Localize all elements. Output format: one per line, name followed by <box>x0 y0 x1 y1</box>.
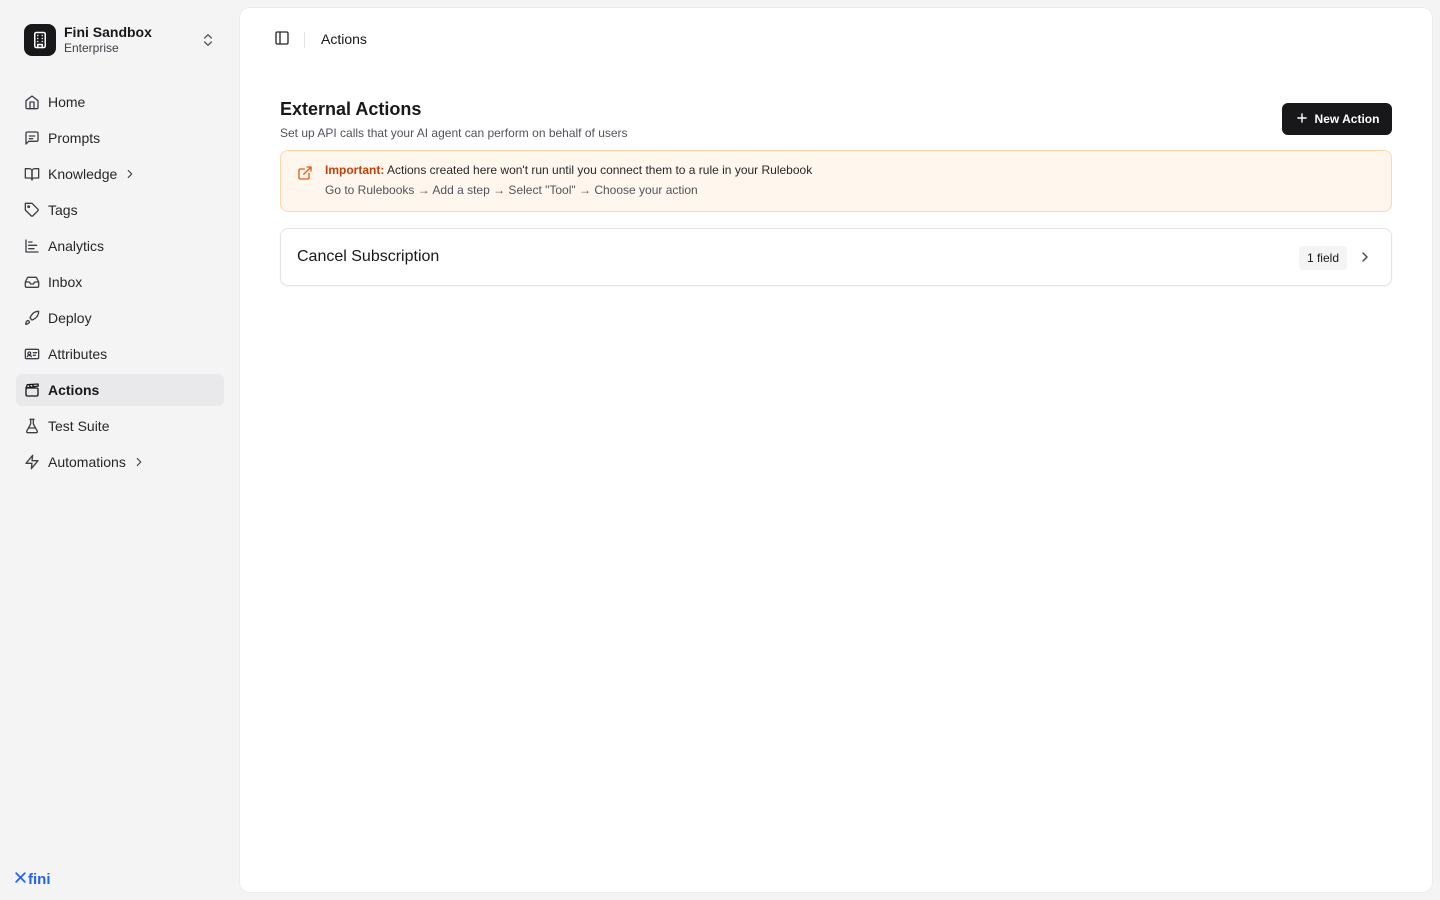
sidebar-item-label: Tags <box>48 202 78 218</box>
main-panel: Actions External Actions Set up API call… <box>240 8 1432 892</box>
fini-x-icon <box>14 871 28 888</box>
sidebar-item-label: Deploy <box>48 310 92 326</box>
home-icon <box>24 94 40 110</box>
sidebar-item-test-suite[interactable]: Test Suite <box>16 410 224 442</box>
page-title: External Actions <box>280 99 422 119</box>
sidebar-item-attributes[interactable]: Attributes <box>16 338 224 370</box>
sidebar-item-label: Attributes <box>48 346 108 362</box>
important-notice: Important: Actions created here won't ru… <box>280 150 1392 212</box>
brand-name: fini <box>28 871 51 888</box>
chevrons-up-down-icon <box>200 32 216 48</box>
new-action-label: New Action <box>1314 112 1380 126</box>
flask-icon <box>24 418 40 434</box>
sidebar-item-label: Actions <box>48 382 100 398</box>
sidebar-item-label: Automations <box>48 454 126 470</box>
tag-icon <box>24 202 40 218</box>
inbox-icon <box>24 274 40 290</box>
action-item-cancel-subscription[interactable]: Cancel Subscription 1 field <box>280 228 1392 286</box>
topbar: Actions <box>240 8 1432 72</box>
external-link-icon <box>297 165 313 181</box>
notice-strong: Important: <box>325 163 385 177</box>
notice-steps: Go to Rulebooks → Add a step → Select "T… <box>325 183 698 197</box>
rocket-icon <box>24 310 40 326</box>
zap-icon <box>24 454 40 470</box>
sidebar-item-label: Analytics <box>48 238 105 254</box>
sidebar-item-analytics[interactable]: Analytics <box>16 230 224 262</box>
sidebar-nav: Home Prompts Knowledge Tags Analytics In… <box>16 86 224 482</box>
sidebar-item-label: Knowledge <box>48 166 118 182</box>
breadcrumb: Actions <box>321 31 367 47</box>
notice-message: Important: Actions created here won't ru… <box>325 163 812 177</box>
panel-left-icon <box>274 30 290 51</box>
field-count-badge: 1 field <box>1298 246 1347 270</box>
building-icon <box>24 24 56 56</box>
workspace-name: Fini Sandbox <box>64 24 152 41</box>
topbar-divider <box>304 32 305 48</box>
chevron-right-icon <box>123 167 137 181</box>
plus-icon <box>1295 111 1315 128</box>
workspace-plan: Enterprise <box>64 41 119 56</box>
sidebar-item-actions[interactable]: Actions <box>16 374 224 406</box>
sidebar-item-prompts[interactable]: Prompts <box>16 122 224 154</box>
clapperboard-icon <box>24 382 40 398</box>
sidebar: Fini Sandbox Enterprise Home Prompts Kno… <box>0 0 240 900</box>
message-square-icon <box>24 130 40 146</box>
page-subtitle: Set up API calls that your AI agent can … <box>280 126 628 140</box>
action-name: Cancel Subscription <box>297 248 440 265</box>
sidebar-item-knowledge[interactable]: Knowledge <box>16 158 224 190</box>
sidebar-item-label: Inbox <box>48 274 83 290</box>
sidebar-item-tags[interactable]: Tags <box>16 194 224 226</box>
bar-chart-icon <box>24 238 40 254</box>
sidebar-item-label: Test Suite <box>48 418 110 434</box>
notice-text: Actions created here won't run until you… <box>387 163 813 177</box>
sidebar-item-home[interactable]: Home <box>16 86 224 118</box>
sidebar-toggle-button[interactable] <box>270 28 294 52</box>
new-action-button[interactable]: New Action <box>1282 103 1392 135</box>
workspace-switcher[interactable]: Fini Sandbox Enterprise <box>16 16 224 64</box>
id-card-icon <box>24 346 40 362</box>
brand-logo[interactable]: fini <box>14 871 51 888</box>
sidebar-item-label: Home <box>48 94 86 110</box>
sidebar-item-deploy[interactable]: Deploy <box>16 302 224 334</box>
chevron-right-icon <box>132 455 146 469</box>
sidebar-item-label: Prompts <box>48 130 101 146</box>
sidebar-item-automations[interactable]: Automations <box>16 446 224 478</box>
chevron-right-icon <box>1357 249 1373 265</box>
book-open-icon <box>24 166 40 182</box>
sidebar-item-inbox[interactable]: Inbox <box>16 266 224 298</box>
